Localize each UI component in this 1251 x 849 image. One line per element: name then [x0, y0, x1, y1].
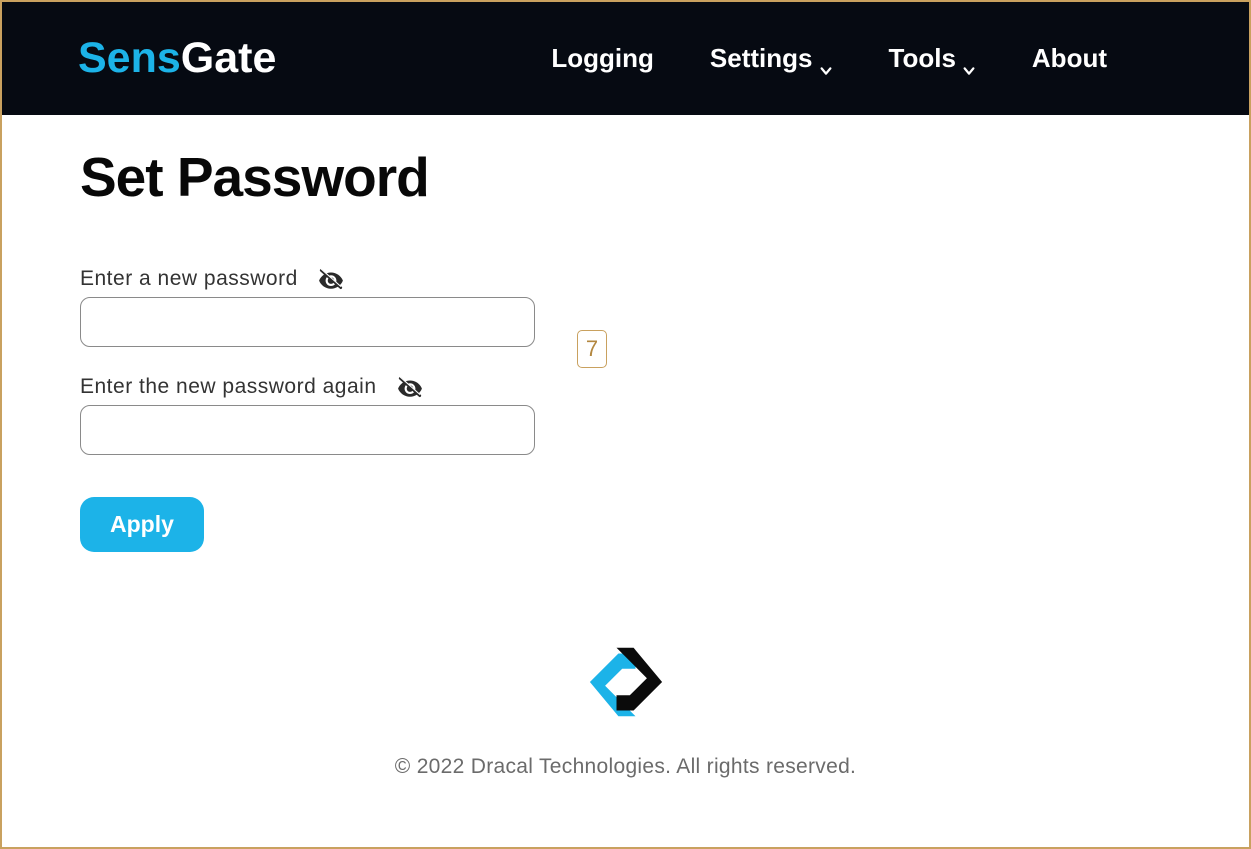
- nav-about-label: About: [1032, 43, 1107, 74]
- eye-slash-icon[interactable]: [397, 376, 423, 398]
- apply-button[interactable]: Apply: [80, 497, 204, 552]
- password-label: Enter a new password: [80, 267, 298, 291]
- password-input[interactable]: [80, 297, 535, 347]
- nav-settings-label: Settings: [710, 43, 813, 74]
- password-group: Enter a new password: [80, 267, 1171, 347]
- nav-links: Logging Settings Tools About: [551, 43, 1173, 74]
- page-title: Set Password: [80, 145, 1171, 209]
- eye-slash-icon[interactable]: [318, 268, 344, 290]
- nav-tools-label: Tools: [889, 43, 956, 74]
- password-confirm-label-row: Enter the new password again: [80, 375, 1171, 399]
- logo-part1: Sens: [78, 34, 181, 82]
- nav-logging-label: Logging: [551, 43, 654, 74]
- annotation-value: 7: [586, 336, 598, 362]
- nav-tools[interactable]: Tools: [889, 43, 976, 74]
- logo[interactable]: SensGate: [78, 34, 276, 83]
- password-confirm-input[interactable]: [80, 405, 535, 455]
- footer-copyright: © 2022 Dracal Technologies. All rights r…: [2, 755, 1249, 779]
- nav-settings[interactable]: Settings: [710, 43, 833, 74]
- password-confirm-group: Enter the new password again: [80, 375, 1171, 455]
- chevron-down-icon: [819, 54, 833, 68]
- chevron-down-icon: [962, 54, 976, 68]
- nav-logging[interactable]: Logging: [551, 43, 654, 74]
- logo-part2: Gate: [181, 34, 277, 82]
- content: Set Password Enter a new password Enter …: [2, 115, 1249, 582]
- password-confirm-label: Enter the new password again: [80, 375, 377, 399]
- footer: © 2022 Dracal Technologies. All rights r…: [2, 638, 1249, 779]
- navbar: SensGate Logging Settings Tools About: [2, 2, 1249, 115]
- password-label-row: Enter a new password: [80, 267, 1171, 291]
- annotation-badge: 7: [577, 330, 607, 368]
- nav-about[interactable]: About: [1032, 43, 1107, 74]
- footer-logo-icon: [569, 638, 683, 731]
